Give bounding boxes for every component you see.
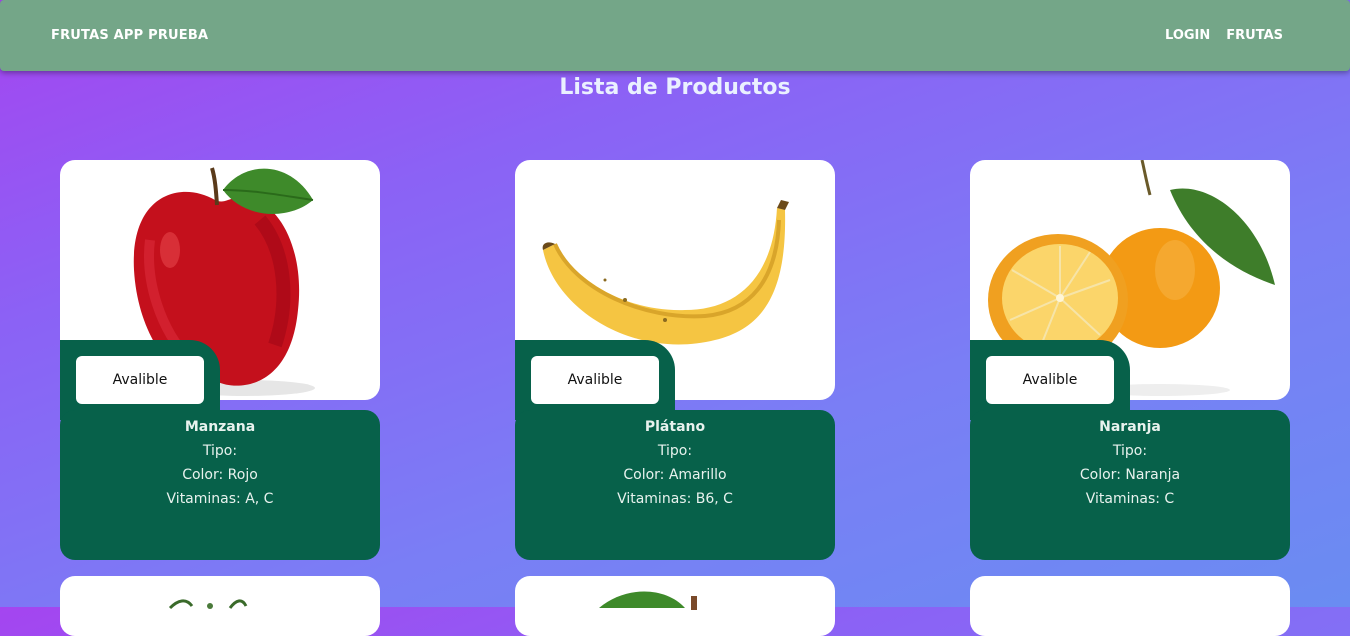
- available-button[interactable]: Avalible: [76, 356, 204, 404]
- product-vitaminas: Vitaminas: A, C: [166, 491, 274, 507]
- top-navbar: FRUTAS APP PRUEBA LOGIN FRUTAS: [0, 0, 1350, 71]
- nav-links: LOGIN FRUTAS: [1165, 28, 1283, 43]
- nav-frutas-link[interactable]: FRUTAS: [1226, 28, 1283, 43]
- product-color: Color: Amarillo: [623, 467, 727, 483]
- product-info-panel: Naranja Tipo: Color: Naranja Vitaminas: …: [970, 410, 1290, 560]
- product-vitaminas: Vitaminas: B6, C: [617, 491, 733, 507]
- product-vitaminas: Vitaminas: C: [1085, 491, 1175, 507]
- product-card-partial: [60, 576, 380, 636]
- product-tipo: Tipo:: [657, 443, 693, 459]
- product-color: Color: Rojo: [182, 467, 258, 483]
- product-name: Plátano: [644, 419, 706, 435]
- product-tipo: Tipo:: [202, 443, 238, 459]
- available-button[interactable]: Avalible: [531, 356, 659, 404]
- product-info-panel: Manzana Tipo: Color: Rojo Vitaminas: A, …: [60, 410, 380, 560]
- product-info-panel: Plátano Tipo: Color: Amarillo Vitaminas:…: [515, 410, 835, 560]
- nav-login-link[interactable]: LOGIN: [1165, 28, 1210, 43]
- product-name: Naranja: [1099, 419, 1161, 435]
- brand-link[interactable]: FRUTAS APP PRUEBA: [51, 28, 208, 43]
- product-name: Manzana: [184, 419, 256, 435]
- available-button[interactable]: Avalible: [986, 356, 1114, 404]
- product-tipo: Tipo:: [1112, 443, 1148, 459]
- product-card-partial: [970, 576, 1290, 636]
- product-color: Color: Naranja: [1079, 467, 1181, 483]
- product-card-partial: [515, 576, 835, 636]
- page-title: Lista de Productos: [559, 75, 791, 100]
